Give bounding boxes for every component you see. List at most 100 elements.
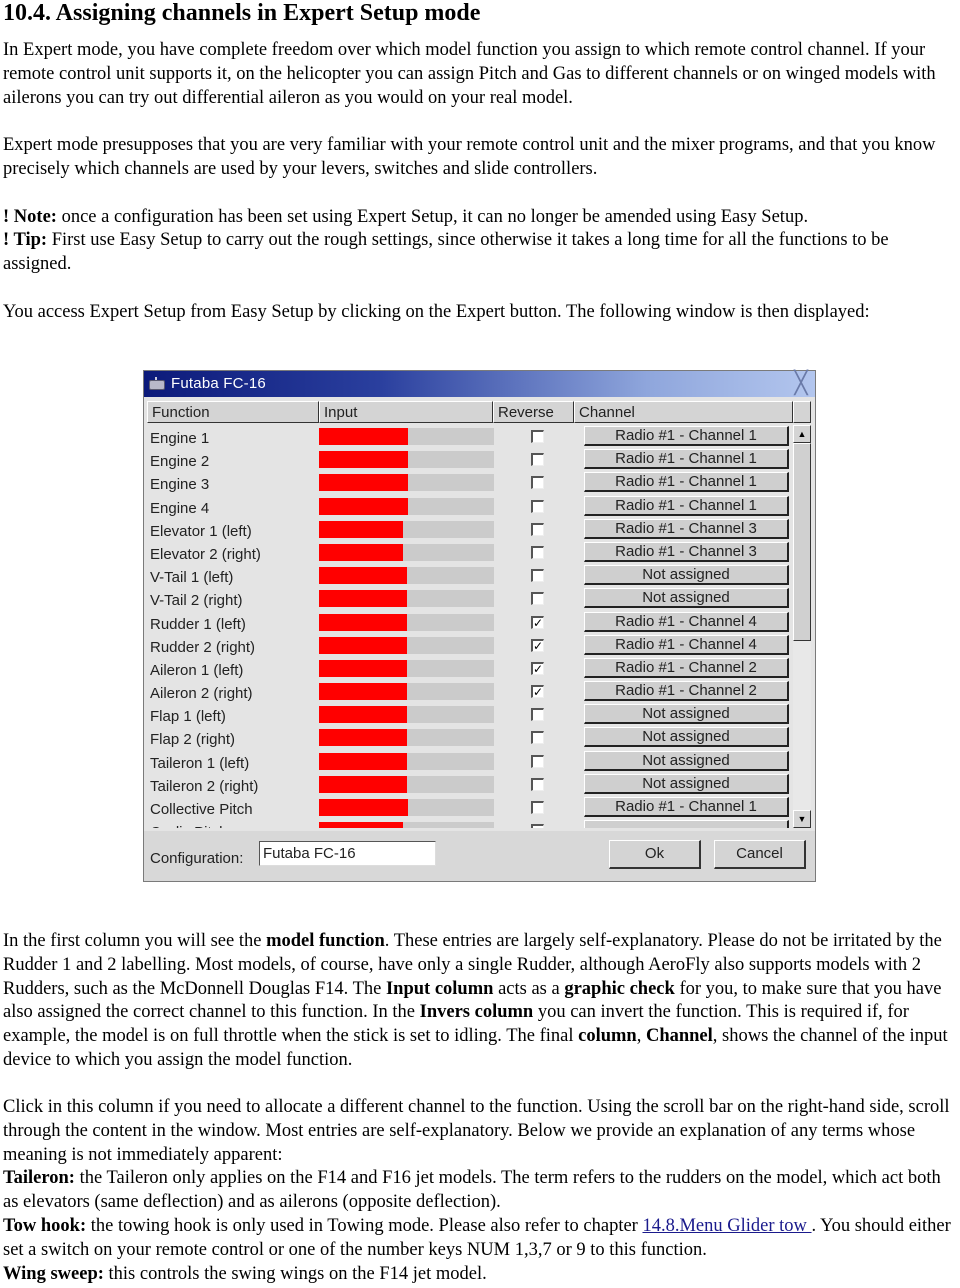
- header-channel[interactable]: Channel: [574, 401, 793, 423]
- reverse-checkbox[interactable]: [531, 824, 544, 828]
- channel-button[interactable]: Radio #1 - Channel 4: [584, 634, 789, 655]
- channel-button[interactable]: Not assigned: [584, 773, 789, 794]
- reverse-checkbox[interactable]: ✓: [531, 615, 544, 629]
- configuration-input[interactable]: [259, 841, 436, 866]
- input-bar: [319, 729, 494, 747]
- columns-paragraph: In the first column you will see the mod…: [3, 931, 948, 1070]
- cancel-button[interactable]: Cancel: [714, 840, 806, 869]
- function-row: Taileron 1 (left) Not assigned: [147, 750, 792, 773]
- configuration-label: Configuration:: [150, 850, 244, 867]
- intro-paragraph: In Expert mode, you have complete freedo…: [3, 40, 936, 108]
- function-row: Flap 1 (left) Not assigned: [147, 703, 792, 726]
- function-row: Cyclic Pitch: [147, 819, 792, 828]
- input-bar: [319, 822, 494, 828]
- input-bar-fill: [319, 659, 407, 677]
- input-bar: [319, 428, 494, 445]
- channel-button[interactable]: Not assigned: [584, 727, 789, 748]
- input-bar: [319, 497, 494, 515]
- header-input[interactable]: Input: [319, 401, 493, 423]
- channel-button[interactable]: Radio #1 - Channel 1: [584, 472, 789, 493]
- reverse-checkbox[interactable]: ✓: [531, 685, 544, 699]
- ok-button[interactable]: Ok: [609, 840, 701, 869]
- column-header: Function Input Reverse Channel: [147, 401, 811, 423]
- function-row: Engine 4 Radio #1 - Channel 1: [147, 495, 792, 518]
- access-paragraph: You access Expert Setup from Easy Setup …: [3, 301, 870, 322]
- reverse-checkbox[interactable]: [531, 777, 544, 791]
- vertical-scrollbar[interactable]: ▲ ▼: [793, 425, 811, 828]
- input-bar-fill: [319, 428, 409, 445]
- function-row: Rudder 2 (right) ✓ Radio #1 - Channel 4: [147, 634, 792, 657]
- channel-button[interactable]: Radio #1 - Channel 2: [584, 657, 789, 678]
- channel-button[interactable]: Radio #1 - Channel 1: [584, 797, 789, 817]
- document: 10.4. Assigning channels in Expert Setup…: [3, 0, 959, 1284]
- input-bar: [319, 706, 494, 724]
- channel-button[interactable]: Not assigned: [584, 565, 789, 586]
- towhook-definition: Tow hook: the towing hook is only used i…: [3, 1215, 951, 1260]
- input-bar-fill: [319, 799, 409, 816]
- reverse-checkbox[interactable]: ✓: [531, 661, 544, 675]
- input-bar-fill: [319, 636, 407, 654]
- function-row: Aileron 1 (left) ✓ Radio #1 - Channel 2: [147, 657, 792, 680]
- function-row: Elevator 1 (left) Radio #1 - Channel 3: [147, 518, 792, 541]
- input-bar-fill: [319, 567, 407, 585]
- section-heading: 10.4. Assigning channels in Expert Setup…: [3, 0, 481, 26]
- channel-button[interactable]: [584, 820, 789, 828]
- title-bar[interactable]: Futaba FC-16 ╳: [144, 371, 815, 397]
- function-list: Engine 1 Radio #1 - Channel 1 Engine 2 Radi…: [147, 425, 792, 828]
- input-bar-fill: [319, 520, 403, 538]
- input-bar: [319, 613, 494, 631]
- input-bar-fill: [319, 775, 407, 793]
- header-corner: [793, 401, 811, 423]
- header-reverse[interactable]: Reverse: [493, 401, 574, 423]
- channel-button[interactable]: Not assigned: [584, 704, 789, 725]
- reverse-checkbox[interactable]: [531, 569, 544, 583]
- channel-button[interactable]: Not assigned: [584, 750, 789, 771]
- arrow-up-icon[interactable]: ▲: [793, 425, 811, 443]
- input-bar: [319, 799, 494, 816]
- input-bar: [319, 775, 494, 793]
- reverse-checkbox[interactable]: [531, 476, 544, 490]
- reverse-checkbox[interactable]: [531, 499, 544, 513]
- arrow-down-icon[interactable]: ▼: [793, 810, 811, 828]
- input-bar-fill: [319, 822, 403, 828]
- channel-button[interactable]: Not assigned: [584, 588, 789, 609]
- channel-button[interactable]: Radio #1 - Channel 1: [584, 426, 789, 446]
- input-bar-fill: [319, 451, 409, 469]
- reverse-checkbox[interactable]: [531, 453, 544, 467]
- header-function[interactable]: Function: [147, 401, 319, 423]
- input-bar: [319, 636, 494, 654]
- input-bar: [319, 752, 494, 770]
- radio-transmitter-icon: [148, 377, 166, 391]
- channel-button[interactable]: Radio #1 - Channel 2: [584, 681, 789, 702]
- input-bar: [319, 451, 494, 469]
- tip-line: ! Tip: First use Easy Setup to carry out…: [3, 230, 889, 275]
- channel-button[interactable]: Radio #1 - Channel 3: [584, 541, 789, 562]
- input-bar: [319, 590, 494, 608]
- reverse-checkbox[interactable]: [531, 731, 544, 745]
- reverse-checkbox[interactable]: ✓: [531, 638, 544, 652]
- reverse-checkbox[interactable]: [531, 754, 544, 768]
- note-line: ! Note: once a configuration has been se…: [3, 206, 809, 227]
- reverse-checkbox[interactable]: [531, 430, 544, 443]
- channel-button[interactable]: Radio #1 - Channel 4: [584, 611, 789, 632]
- function-row: Collective Pitch Radio #1 - Channel 1: [147, 796, 792, 819]
- input-bar-fill: [319, 590, 407, 608]
- reverse-checkbox[interactable]: [531, 801, 544, 814]
- reverse-checkbox[interactable]: [531, 592, 544, 606]
- channel-button[interactable]: Radio #1 - Channel 3: [584, 518, 789, 539]
- input-bar-fill: [319, 683, 407, 701]
- input-bar-fill: [319, 729, 407, 747]
- reverse-checkbox[interactable]: [531, 708, 544, 722]
- channel-button[interactable]: Radio #1 - Channel 1: [584, 495, 789, 516]
- glider-tow-chapter-link[interactable]: 14.8.Menu Glider tow: [642, 1216, 811, 1236]
- function-row: V-Tail 2 (right) Not assigned: [147, 587, 792, 610]
- reverse-checkbox[interactable]: [531, 545, 544, 559]
- scroll-paragraph: Click in this column if you need to allo…: [3, 1097, 950, 1165]
- scrollbar-thumb[interactable]: [793, 443, 811, 641]
- function-row: Taileron 2 (right) Not assigned: [147, 773, 792, 796]
- input-bar-fill: [319, 474, 409, 492]
- close-icon[interactable]: ╳: [791, 372, 811, 394]
- reverse-checkbox[interactable]: [531, 522, 544, 536]
- channel-button[interactable]: Radio #1 - Channel 1: [584, 449, 789, 470]
- expert-mode-paragraph: Expert mode presupposes that you are ver…: [3, 135, 936, 179]
